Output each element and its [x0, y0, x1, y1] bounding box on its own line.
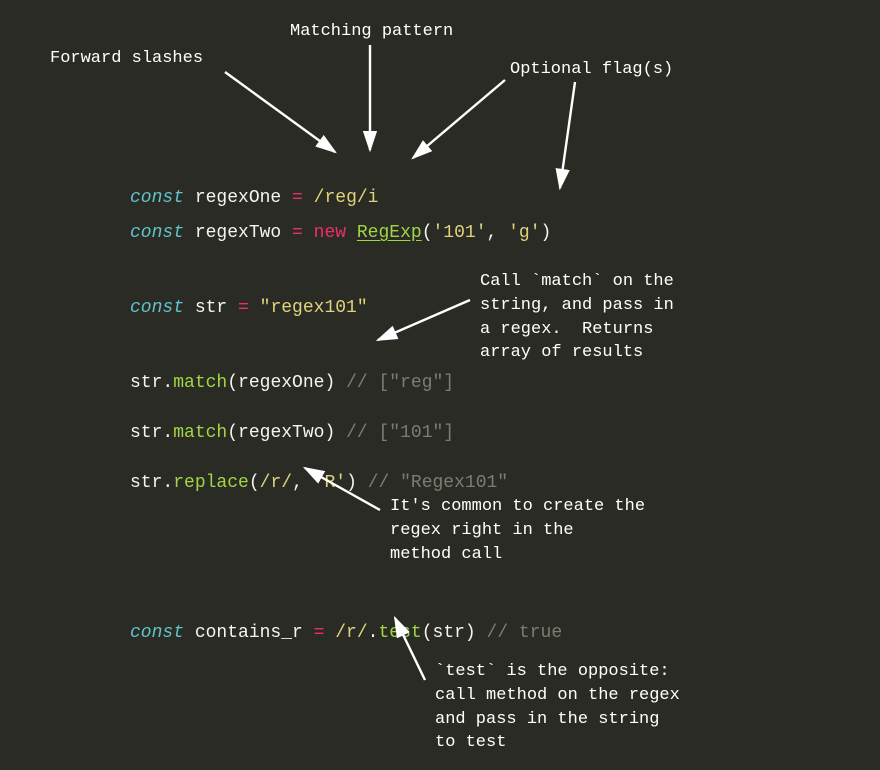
comment: // ["101"]: [346, 423, 454, 443]
object-ref: str.: [130, 373, 173, 393]
keyword-const: const: [130, 223, 184, 243]
keyword-const: const: [130, 298, 184, 318]
operator-equals: =: [238, 298, 249, 318]
operator-equals: =: [314, 623, 325, 643]
regex-literal: /r/: [260, 473, 292, 493]
operator-equals: =: [292, 223, 303, 243]
object-ref: str.: [130, 473, 173, 493]
arg: regexOne: [238, 373, 324, 393]
paren-close: ): [324, 423, 346, 443]
regex-literal: /r/: [324, 623, 367, 643]
paren-open: (: [227, 423, 238, 443]
code-line-2: const regexTwo = new RegExp('101', 'g'): [130, 193, 551, 247]
code-line-3: const str = "regex101": [130, 268, 368, 322]
var-name: regexTwo: [184, 223, 292, 243]
annotation-inline-regex: It's common to create the regex right in…: [390, 495, 645, 566]
annotation-test-opposite: `test` is the opposite: call method on t…: [435, 660, 680, 755]
code-line-6: str.replace(/r/, 'R') // "Regex101": [130, 443, 508, 497]
method-test: test: [378, 623, 421, 643]
comment: // true: [487, 623, 563, 643]
paren-open: (: [249, 473, 260, 493]
code-line-7: const contains_r = /r/.test(str) // true: [130, 593, 562, 647]
method-match: match: [173, 373, 227, 393]
code-line-5: str.match(regexTwo) // ["101"]: [130, 393, 454, 447]
paren-open: (: [227, 373, 238, 393]
var-name: str: [184, 298, 238, 318]
annotation-matching-pattern: Matching pattern: [290, 20, 453, 44]
class-regexp: RegExp: [357, 223, 422, 243]
comment: // ["reg"]: [346, 373, 454, 393]
annotation-forward-slashes: Forward slashes: [50, 47, 203, 71]
paren-close: ): [465, 623, 487, 643]
method-match: match: [173, 423, 227, 443]
dot: .: [368, 623, 379, 643]
paren-close: ): [541, 223, 552, 243]
string-literal: "regex101": [249, 298, 368, 318]
string-literal: '101': [433, 223, 487, 243]
comma: ,: [292, 473, 314, 493]
comment: // "Regex101": [368, 473, 508, 493]
paren-close: ): [324, 373, 346, 393]
method-replace: replace: [173, 473, 249, 493]
annotation-call-match: Call `match` on the string, and pass in …: [480, 270, 674, 365]
code-line-4: str.match(regexOne) // ["reg"]: [130, 343, 454, 397]
object-ref: str.: [130, 423, 173, 443]
arg: str: [433, 623, 465, 643]
arg: regexTwo: [238, 423, 324, 443]
comma: ,: [487, 223, 509, 243]
paren-close: ): [346, 473, 368, 493]
string-literal: 'g': [508, 223, 540, 243]
string-literal: 'R': [314, 473, 346, 493]
paren-open: (: [422, 223, 433, 243]
annotation-optional-flags: Optional flag(s): [510, 58, 673, 82]
keyword-new: new: [303, 223, 357, 243]
paren-open: (: [422, 623, 433, 643]
var-name: contains_r: [184, 623, 314, 643]
keyword-const: const: [130, 623, 184, 643]
